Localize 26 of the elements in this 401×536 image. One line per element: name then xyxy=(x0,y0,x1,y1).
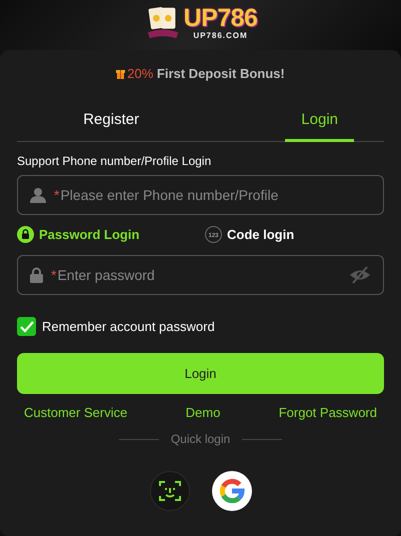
tab[interactable]: Login xyxy=(285,103,354,142)
bonus-text: 20% First Deposit Bonus! xyxy=(127,66,285,81)
remember-label: Remember account password xyxy=(42,319,215,334)
remember-checkbox[interactable] xyxy=(17,317,36,336)
link[interactable]: Customer Service xyxy=(24,405,128,420)
tab[interactable]: Register xyxy=(17,103,206,142)
face-id-button[interactable] xyxy=(150,471,190,511)
user-icon xyxy=(30,187,46,203)
login-button[interactable]: Login xyxy=(17,353,384,394)
placeholder: *Enter password xyxy=(51,267,155,283)
lock-icon xyxy=(17,226,34,243)
google-icon xyxy=(218,478,244,504)
face-scan-icon xyxy=(158,479,182,503)
field-label: Support Phone number/Profile Login xyxy=(17,154,212,168)
logo-domain: UP786.COM xyxy=(193,31,248,40)
link[interactable]: Forgot Password xyxy=(278,405,377,420)
logo-title: UP786 xyxy=(184,6,258,31)
placeholder: *Please enter Phone number/Profile xyxy=(54,187,278,203)
login-mode-option[interactable]: Password Login xyxy=(17,226,205,243)
quick-login-label: Quick login xyxy=(170,432,230,446)
gift-icon xyxy=(116,68,126,79)
link[interactable]: Demo xyxy=(186,405,220,420)
lock-icon xyxy=(30,267,43,283)
password-input[interactable]: *Enter password xyxy=(17,255,384,295)
google-button[interactable] xyxy=(212,471,252,511)
phone-input[interactable]: *Please enter Phone number/Profile xyxy=(17,175,384,215)
